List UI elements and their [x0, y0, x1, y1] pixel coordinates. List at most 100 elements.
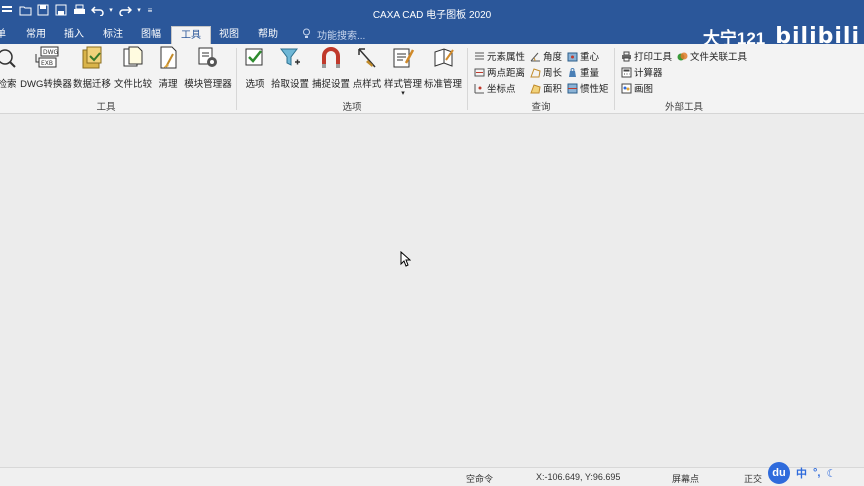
perimeter-label: 周长 — [543, 68, 563, 79]
tab-drawing-sheet[interactable]: 图幅 — [135, 26, 167, 44]
module-manager-label: 模块管理器 — [184, 79, 232, 90]
area-icon — [530, 83, 541, 94]
ribbon-panel: 检索 DWG EXB DWG转换器 数据迁移 文件比较 清理 模块管理器 工具 — [0, 44, 864, 114]
style-manager-dropdown-icon[interactable]: ▾ — [401, 90, 405, 97]
window-title: CAXA CAD 电子图板 2020 — [372, 10, 492, 21]
point-style-label: 点样式 — [352, 79, 382, 90]
centroid-icon — [567, 51, 578, 62]
pick-settings-label: 拾取设置 — [271, 79, 310, 90]
magnet-icon — [320, 46, 342, 70]
file-association-label: 文件关联工具 — [690, 52, 748, 63]
file-association-icon — [677, 51, 688, 62]
mouse-pointer-icon — [400, 250, 412, 270]
weight-icon — [567, 67, 578, 78]
group-label-options: 选项 — [342, 102, 362, 113]
paint-button[interactable]: 画图 — [621, 81, 653, 95]
purge-button[interactable]: 清理 — [156, 46, 180, 94]
tab-help[interactable]: 帮助 — [252, 26, 284, 44]
pick-settings-button[interactable]: 拾取设置 — [271, 46, 309, 94]
tab-annotate[interactable]: 标注 — [97, 26, 129, 44]
standard-manager-button[interactable]: 标准管理 — [424, 46, 462, 94]
drawing-canvas[interactable] — [0, 115, 864, 451]
group-label-external-tools: 外部工具 — [664, 102, 703, 113]
search-button[interactable]: 检索 — [0, 46, 18, 94]
area-button[interactable]: 面积 — [530, 81, 562, 95]
weight-button[interactable]: 重量 — [567, 65, 599, 79]
title-bar: ▾ ▾ ≡ CAXA CAD 电子图板 2020 — [0, 0, 864, 24]
standard-manager-label: 标准管理 — [424, 79, 463, 90]
data-migration-label: 数据迁移 — [73, 79, 112, 90]
perimeter-button[interactable]: 周长 — [530, 65, 562, 79]
search-label: 检索 — [0, 79, 17, 90]
angle-button[interactable]: 角度 — [530, 49, 562, 63]
checkbox-icon — [244, 46, 266, 70]
paint-icon — [621, 83, 632, 94]
dwg-exb-convert-icon: DWG EXB — [33, 46, 59, 70]
group-separator — [614, 48, 615, 110]
ortho-mode[interactable]: 正交 — [744, 472, 762, 485]
ime-toolbar[interactable]: du 中 °, ☾ — [768, 462, 836, 484]
element-properties-label: 元素属性 — [487, 52, 526, 63]
element-properties-button[interactable]: 元素属性 — [474, 49, 525, 63]
style-manager-label: 样式管理 — [384, 79, 423, 90]
point-style-button[interactable]: 点样式 — [353, 46, 381, 94]
coordinate-point-icon — [474, 83, 485, 94]
cursor-coordinates: X:-106.649, Y:96.695 — [536, 472, 621, 482]
snap-mode[interactable]: 屏幕点 — [672, 472, 699, 485]
calculator-label: 计算器 — [634, 68, 663, 79]
centroid-button[interactable]: 重心 — [567, 49, 599, 63]
data-migration-button[interactable]: 数据迁移 — [73, 46, 111, 94]
tab-tools[interactable]: 工具 — [171, 26, 211, 44]
moment-of-inertia-button[interactable]: 惯性矩 — [567, 81, 609, 95]
area-label: 面积 — [543, 84, 563, 95]
ime-language-toggle[interactable]: 中 — [796, 465, 807, 481]
dwg-converter-button[interactable]: DWG EXB DWG转换器 — [20, 46, 72, 94]
purge-label: 清理 — [158, 79, 178, 90]
moment-of-inertia-icon — [567, 83, 578, 94]
dwg-converter-label: DWG转换器 — [20, 79, 72, 90]
svg-text:DWG: DWG — [43, 49, 59, 56]
search-icon — [0, 46, 18, 70]
calculator-button[interactable]: 计算器 — [621, 65, 663, 79]
ime-logo[interactable]: du — [768, 462, 790, 484]
group-label-tools: 工具 — [96, 102, 116, 113]
moment-of-inertia-label: 惯性矩 — [580, 84, 609, 95]
angle-icon — [530, 51, 541, 62]
file-compare-icon — [122, 46, 144, 70]
print-tool-label: 打印工具 — [634, 52, 673, 63]
ime-fullwidth-toggle[interactable]: ☾ — [826, 467, 836, 480]
point-style-icon — [356, 46, 378, 70]
snap-settings-button[interactable]: 捕捉设置 — [312, 46, 350, 94]
coordinate-point-button[interactable]: 坐标点 — [474, 81, 516, 95]
calculator-icon — [621, 67, 632, 78]
group-label-query: 查询 — [531, 102, 551, 113]
purge-icon — [157, 46, 179, 70]
tab-view[interactable]: 视图 — [213, 26, 245, 44]
options-button[interactable]: 选项 — [243, 46, 267, 94]
tab-file-menu[interactable]: 单 — [0, 26, 8, 44]
element-properties-icon — [474, 51, 485, 62]
lightbulb-icon — [302, 28, 311, 42]
printer-icon — [621, 51, 632, 62]
module-manager-button[interactable]: 模块管理器 — [184, 46, 232, 94]
tell-me-search[interactable]: 功能搜索... — [302, 27, 365, 42]
style-manager-button[interactable]: 样式管理 ▾ — [384, 46, 423, 97]
file-compare-button[interactable]: 文件比较 — [114, 46, 152, 94]
paint-label: 画图 — [634, 84, 654, 95]
style-manager-icon — [392, 46, 415, 70]
distance-button[interactable]: 两点距离 — [474, 65, 525, 79]
standard-manager-icon — [432, 46, 454, 70]
weight-label: 重量 — [580, 68, 600, 79]
status-bar: 空命令 X:-106.649, Y:96.695 屏幕点 正交 — [0, 467, 864, 486]
centroid-label: 重心 — [580, 52, 600, 63]
tab-home[interactable]: 常用 — [20, 26, 52, 44]
ime-punctuation-toggle[interactable]: °, — [813, 467, 820, 479]
file-association-button[interactable]: 文件关联工具 — [677, 49, 747, 63]
group-separator — [467, 48, 468, 110]
print-tool-button[interactable]: 打印工具 — [621, 49, 672, 63]
snap-settings-label: 捕捉设置 — [312, 79, 351, 90]
pick-filter-icon — [279, 46, 301, 70]
data-migration-icon — [81, 46, 103, 70]
tab-insert[interactable]: 插入 — [58, 26, 90, 44]
coordinate-point-label: 坐标点 — [487, 84, 516, 95]
